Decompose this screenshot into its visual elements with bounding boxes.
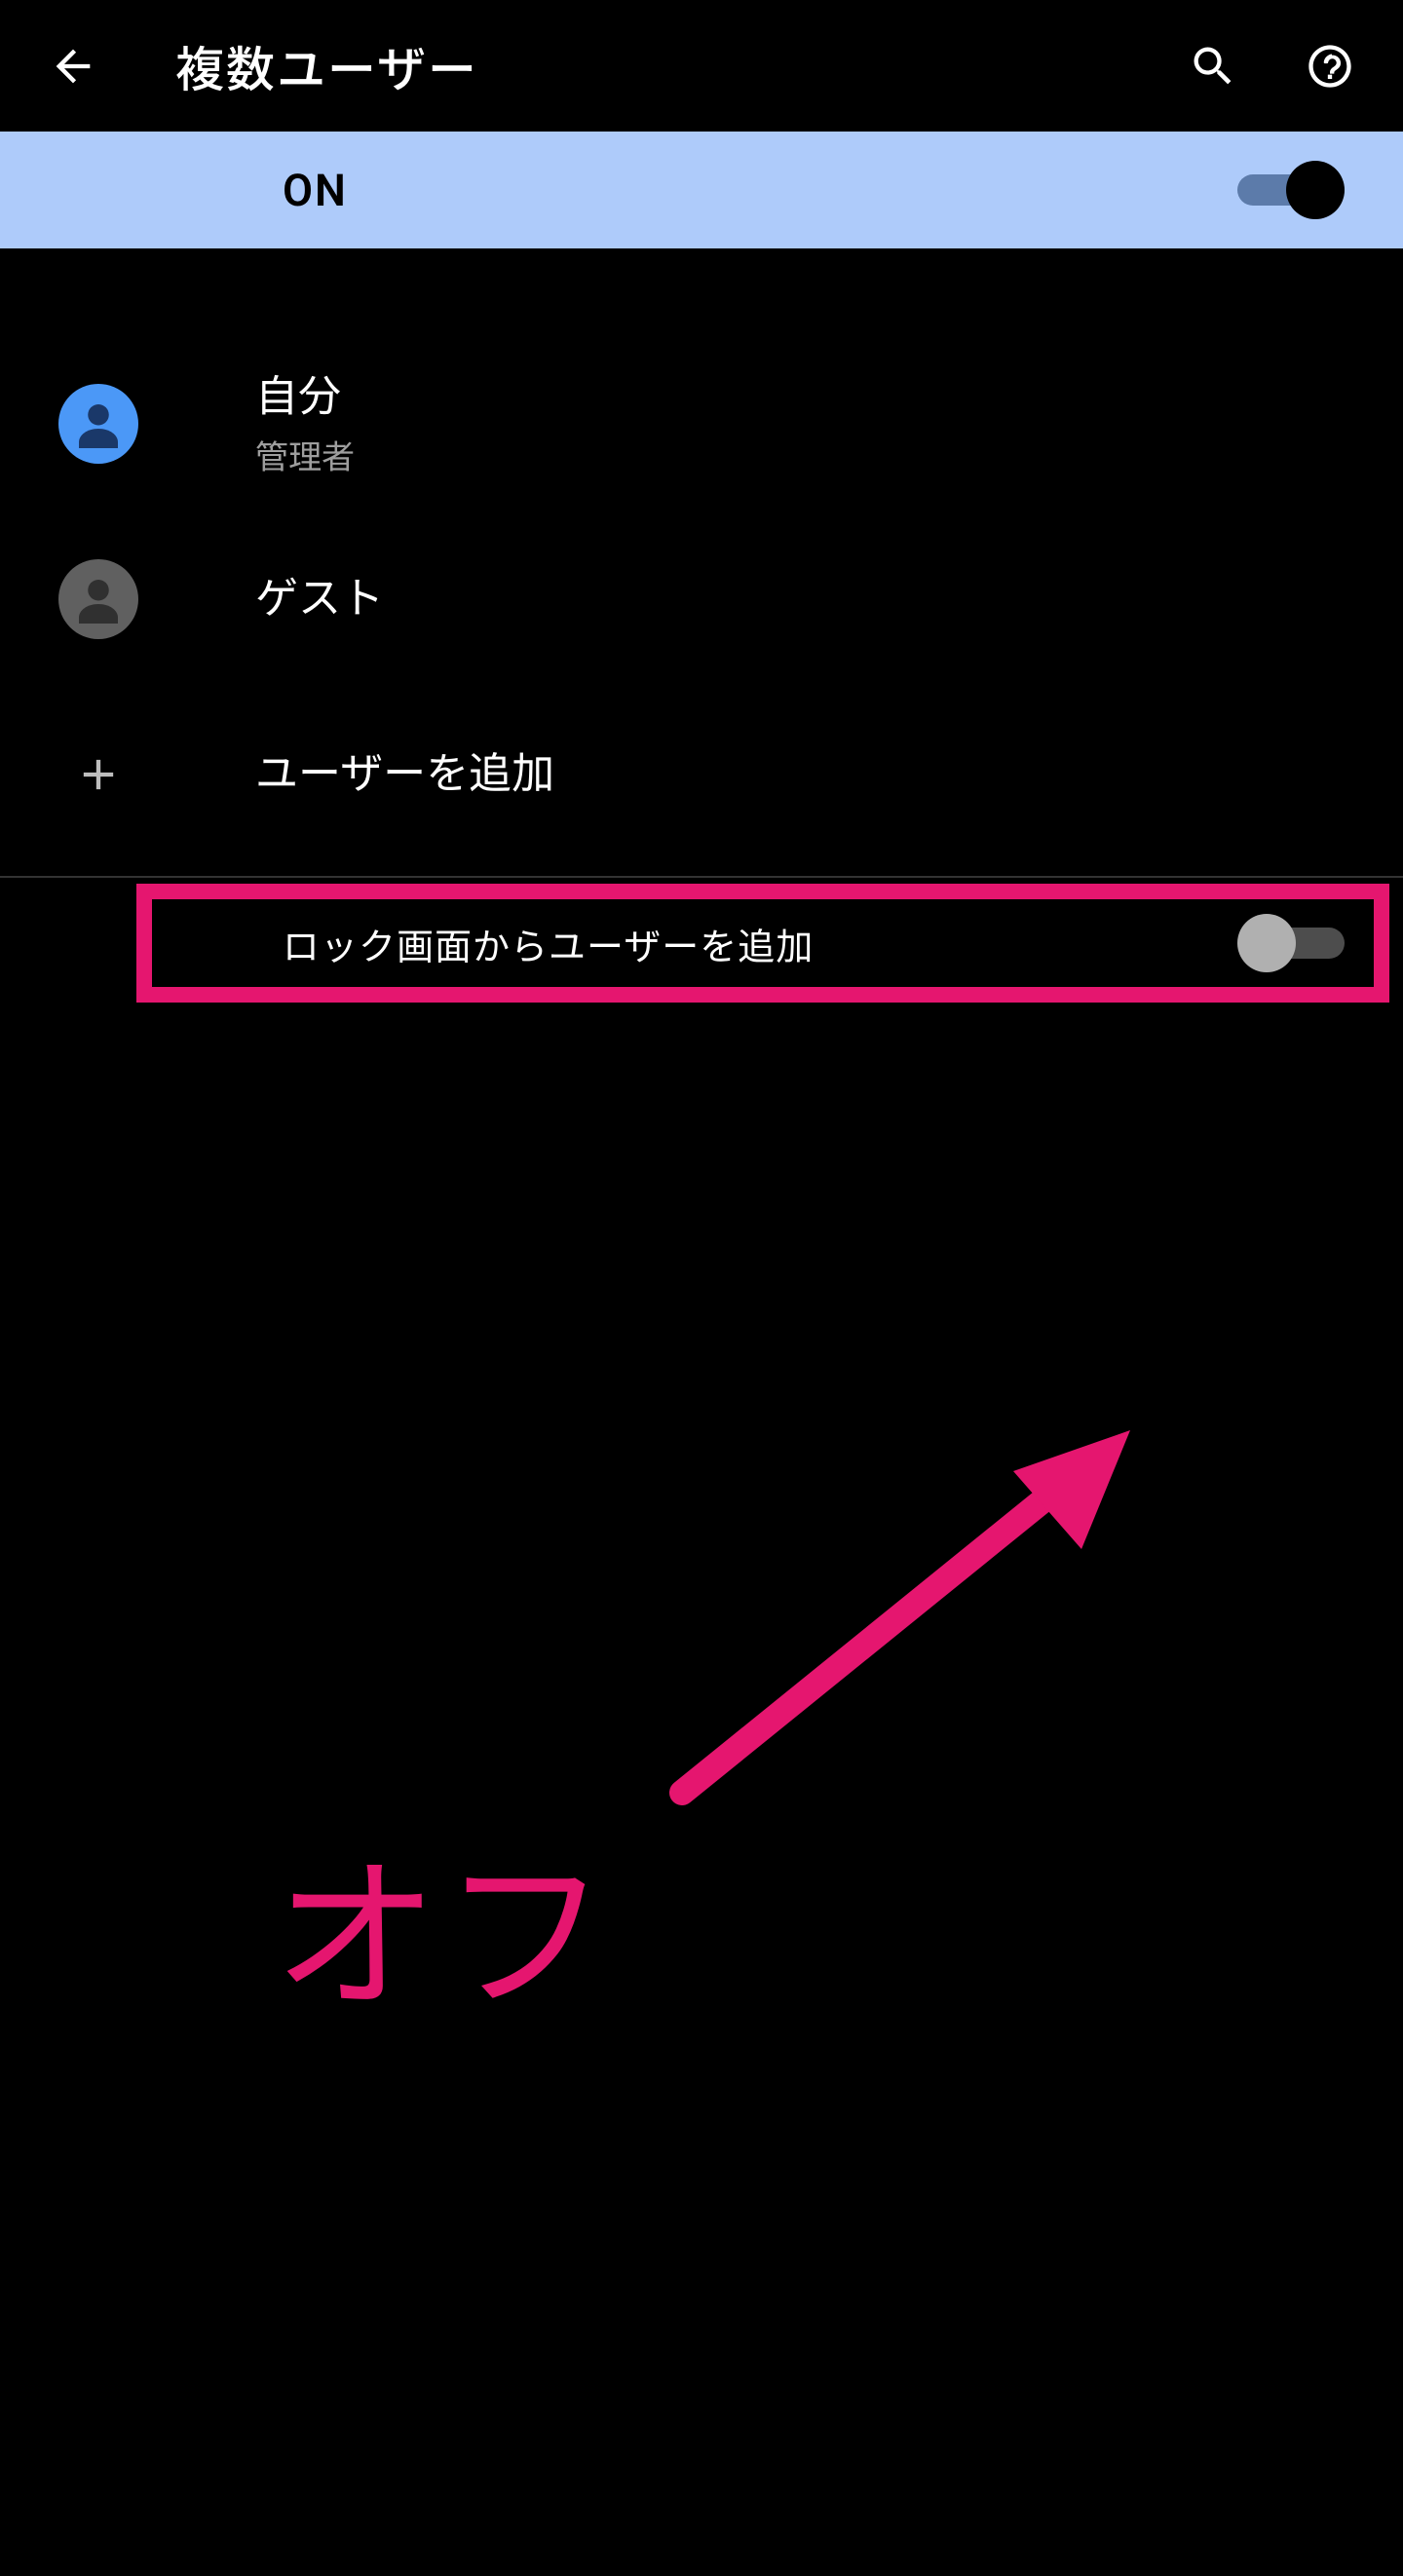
lock-screen-switch[interactable] <box>1237 920 1345 966</box>
user-self-role: 管理者 <box>255 431 355 478</box>
add-user-label: ユーザーを追加 <box>255 746 554 802</box>
arrow-icon <box>624 1403 1169 1851</box>
annotation-arrow <box>624 1403 1169 1855</box>
lock-screen-section: ロック画面からユーザーを追加 <box>0 884 1403 1003</box>
user-row-self[interactable]: 自分 管理者 <box>0 336 1403 511</box>
master-toggle-switch[interactable] <box>1237 167 1345 213</box>
user-self-name: 自分 <box>255 369 355 425</box>
plus-icon <box>58 735 138 814</box>
user-guest-name: ゲスト <box>255 571 384 626</box>
annotation-off-label: オフ <box>273 1802 612 2042</box>
person-icon <box>69 395 128 453</box>
app-bar: 複数ユーザー <box>0 0 1403 132</box>
lock-screen-label: ロック画面からユーザーを追加 <box>283 917 1237 970</box>
person-icon <box>69 570 128 628</box>
user-row-guest[interactable]: ゲスト <box>0 511 1403 687</box>
search-icon <box>1188 41 1238 92</box>
help-icon <box>1305 41 1355 92</box>
page-title: 複数ユーザー <box>175 31 1140 101</box>
lock-screen-row[interactable]: ロック画面からユーザーを追加 <box>0 890 1403 997</box>
content: 自分 管理者 ゲスト ユーザーを追加 ロック画面からユーザーを追加 <box>0 248 1403 1003</box>
divider <box>0 876 1403 878</box>
search-button[interactable] <box>1169 22 1257 110</box>
back-button[interactable] <box>29 22 117 110</box>
add-user-row[interactable]: ユーザーを追加 <box>0 687 1403 862</box>
arrow-back-icon <box>48 41 98 92</box>
master-toggle-label: ON <box>283 165 1237 216</box>
master-toggle-row[interactable]: ON <box>0 132 1403 248</box>
avatar-self <box>58 384 138 464</box>
avatar-guest <box>58 559 138 639</box>
help-button[interactable] <box>1286 22 1374 110</box>
